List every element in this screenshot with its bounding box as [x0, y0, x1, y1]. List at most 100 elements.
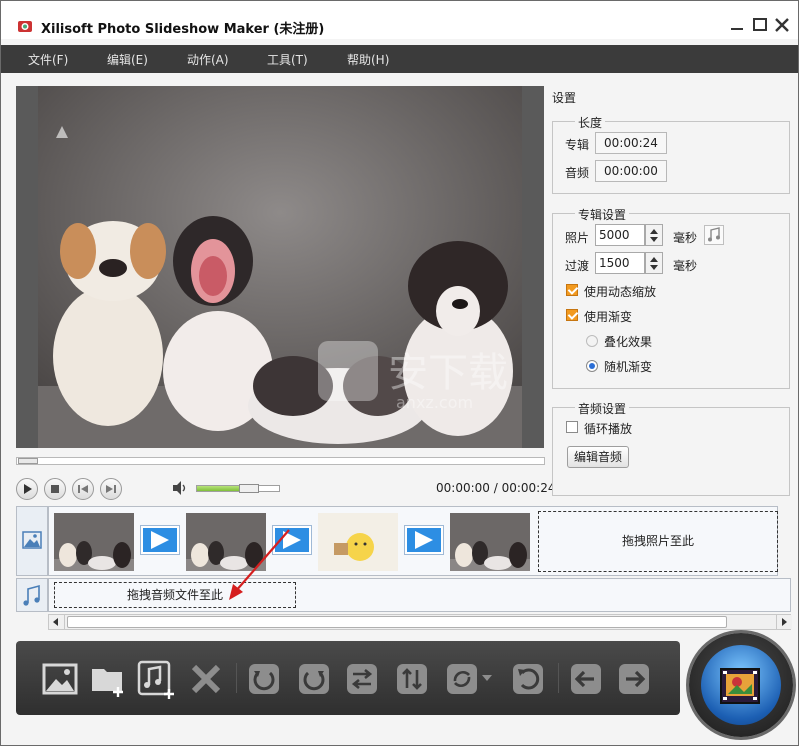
random-fade-label: 随机渐变 — [604, 360, 653, 374]
music-note-button[interactable] — [704, 225, 724, 245]
fade-label: 使用渐变 — [584, 310, 633, 324]
app-icon — [18, 21, 32, 32]
add-music-icon[interactable] — [136, 659, 176, 699]
menu-action[interactable]: 动作(A) — [187, 51, 229, 68]
audio-settings-label: 音频设置 — [575, 400, 630, 417]
stop-button[interactable] — [44, 478, 66, 500]
maximize-icon[interactable] — [750, 15, 770, 35]
toolbar-separator — [236, 663, 237, 693]
duration-group: 长度 专辑 00:00:24 音频 00:00:00 — [552, 114, 790, 194]
main-toolbar — [16, 641, 680, 715]
music-note-icon — [708, 227, 720, 242]
menu-tools[interactable]: 工具(T) — [267, 51, 308, 68]
photo-thumbnail-3[interactable] — [318, 513, 398, 571]
stop-icon — [51, 485, 59, 493]
create-slideshow-button[interactable] — [689, 633, 793, 737]
loop-checkbox[interactable] — [566, 421, 578, 433]
menu-file[interactable]: 文件(F) — [28, 51, 68, 68]
rotate-right-icon[interactable] — [294, 659, 334, 699]
preview-area: 安下载 anxz.com — [16, 86, 544, 448]
play-icon — [24, 484, 32, 494]
seek-knob[interactable] — [18, 458, 38, 464]
transition-tile-3[interactable] — [405, 526, 443, 554]
timeline-scrollbar[interactable] — [48, 614, 792, 630]
audio-length-field: 00:00:00 — [595, 160, 667, 182]
refresh-icon[interactable] — [442, 659, 482, 699]
transition-duration-stepper[interactable] — [645, 252, 663, 274]
duration-label: 长度 — [575, 114, 606, 131]
previous-button[interactable] — [72, 478, 94, 500]
audio-track: 拖拽音频文件至此 — [48, 578, 791, 612]
scroll-left-icon — [53, 618, 58, 626]
photo-duration-stepper[interactable] — [645, 224, 663, 246]
audio-length-label: 音频 — [565, 166, 590, 180]
film-strip-icon — [720, 668, 760, 704]
add-photo-icon[interactable] — [40, 659, 80, 699]
skip-back-icon — [78, 485, 88, 493]
scroll-right-icon — [782, 618, 787, 626]
photo-track-header — [16, 506, 48, 576]
photo-drop-zone[interactable]: 拖拽照片至此 — [538, 511, 778, 572]
next-button[interactable] — [100, 478, 122, 500]
window-title: Xilisoft Photo Slideshow Maker (未注册) — [41, 22, 325, 37]
volume-knob[interactable] — [239, 484, 259, 493]
transition-duration-unit: 毫秒 — [673, 259, 698, 273]
menu-edit[interactable]: 编辑(E) — [107, 51, 148, 68]
annotation-arrow — [229, 529, 290, 600]
seek-bar[interactable] — [16, 457, 545, 465]
photo-track: 拖拽照片至此 — [48, 506, 778, 576]
scroll-right-button[interactable] — [776, 615, 792, 629]
volume-slider[interactable] — [196, 484, 280, 493]
album-settings-label: 专辑设置 — [575, 206, 630, 223]
photo-thumbnail-1[interactable] — [54, 513, 134, 571]
photo-duration-label: 照片 — [565, 231, 590, 245]
photo-duration-unit: 毫秒 — [673, 231, 698, 245]
overlay-effect-label: 叠化效果 — [604, 335, 653, 349]
volume-icon[interactable] — [171, 480, 189, 496]
delete-icon[interactable] — [186, 659, 226, 699]
album-length-field: 00:00:24 — [595, 132, 667, 154]
play-button[interactable] — [16, 478, 38, 500]
audio-settings-group: 音频设置 循环播放 编辑音频 — [552, 400, 790, 496]
transition-duration-label: 过渡 — [565, 259, 590, 273]
transition-duration-input[interactable]: 1500 — [595, 252, 645, 274]
music-note-icon — [23, 584, 40, 606]
album-length-label: 专辑 — [565, 138, 590, 152]
photo-duration-input[interactable]: 5000 — [595, 224, 645, 246]
toolbar-separator — [558, 663, 559, 693]
sort-icon[interactable] — [392, 659, 432, 699]
watermark-domain: anxz.com — [396, 393, 473, 412]
add-folder-icon[interactable] — [88, 659, 128, 699]
image-icon — [22, 531, 42, 549]
album-settings-group: 专辑设置 照片 5000 毫秒 过渡 1500 毫秒 使用动态缩放 使用渐变 叠… — [552, 206, 790, 389]
move-right-icon[interactable] — [614, 659, 654, 699]
minimize-icon[interactable] — [727, 15, 747, 35]
swap-icon[interactable] — [342, 659, 382, 699]
watermark-text: 安下载 — [388, 350, 508, 396]
menu-bar: 文件(F) 编辑(E) 动作(A) 工具(T) 帮助(H) — [1, 45, 798, 73]
edit-audio-button[interactable]: 编辑音频 — [567, 446, 629, 468]
fade-checkbox[interactable] — [566, 309, 578, 321]
settings-title: 设置 — [552, 91, 577, 105]
move-left-icon[interactable] — [566, 659, 606, 699]
transition-tile-1[interactable] — [141, 526, 179, 554]
time-display: 00:00:00 / 00:00:24 — [436, 481, 556, 495]
app-window: Xilisoft Photo Slideshow Maker (未注册) 文件(… — [0, 0, 799, 746]
skip-forward-icon — [106, 485, 116, 493]
random-fade-radio[interactable] — [586, 360, 598, 372]
audio-track-header — [16, 578, 48, 612]
photo-thumbnail-4[interactable] — [450, 513, 530, 571]
dynamic-zoom-checkbox[interactable] — [566, 284, 578, 296]
scroll-left-button[interactable] — [49, 615, 65, 629]
scrollbar-thumb[interactable] — [67, 616, 727, 628]
rotate-left-icon[interactable] — [244, 659, 284, 699]
undo-icon[interactable] — [508, 659, 548, 699]
puppies-photo: 安下载 anxz.com — [38, 86, 522, 448]
menu-help[interactable]: 帮助(H) — [347, 51, 389, 68]
title-bar: Xilisoft Photo Slideshow Maker (未注册) — [1, 1, 798, 39]
dynamic-zoom-label: 使用动态缩放 — [584, 285, 657, 299]
overlay-effect-radio[interactable] — [586, 335, 598, 347]
dropdown-arrow-icon[interactable] — [482, 675, 492, 683]
create-slideshow-inner — [701, 645, 781, 725]
close-icon[interactable] — [772, 15, 792, 35]
